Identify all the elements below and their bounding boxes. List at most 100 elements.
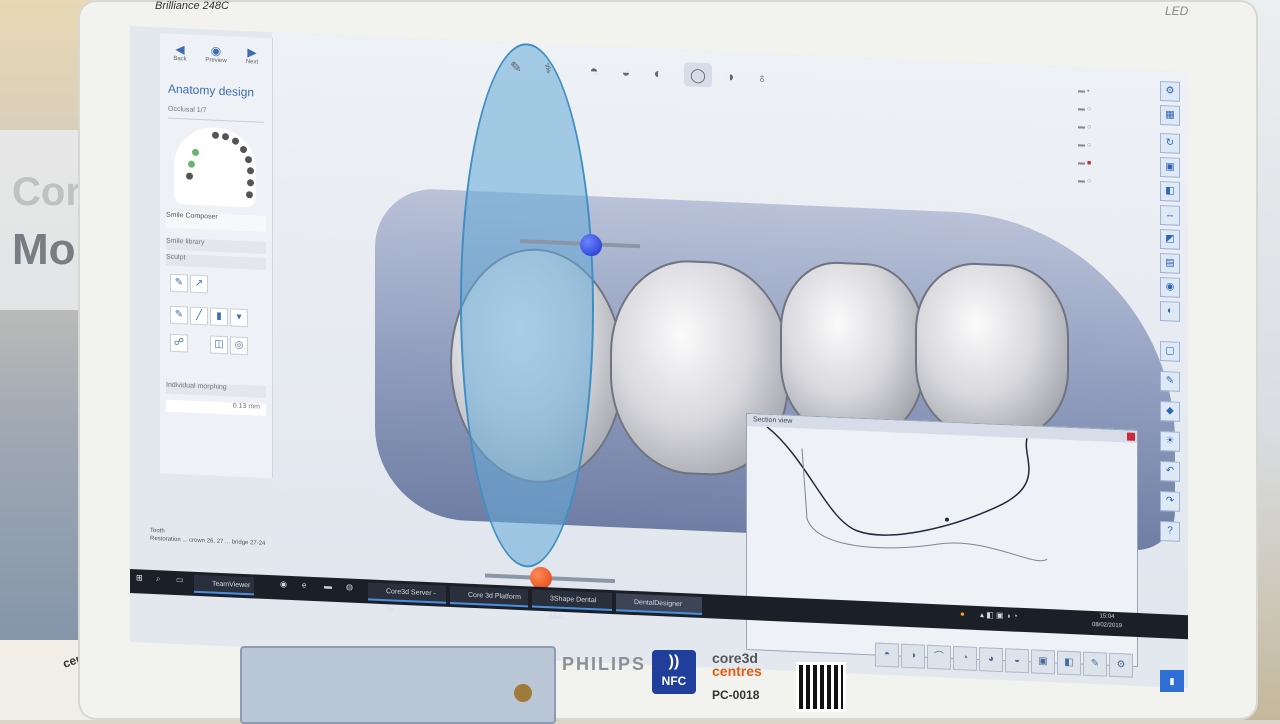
section-profile-outline: [801, 448, 1048, 562]
visibility-item[interactable]: ▬ ▪: [1078, 87, 1089, 94]
arrow-right-icon: ▶: [247, 45, 257, 60]
led-label: LED: [1165, 4, 1189, 18]
taskbar-item-label: DentalDesigner: [634, 599, 683, 609]
tray-icons[interactable]: ▴ ◧ ▣ ◑ ◔: [980, 610, 1018, 621]
close-icon[interactable]: [1127, 432, 1135, 441]
taskbar-item-core3d-platform[interactable]: Core 3d Platform: [450, 585, 528, 608]
tool-c-icon[interactable]: ⌒: [927, 644, 951, 670]
clipping-plane[interactable]: [460, 40, 594, 571]
nfc-label: NFC: [661, 674, 687, 688]
section-smile-library[interactable]: Smile library: [166, 237, 266, 254]
section-icon[interactable]: ▤: [1160, 252, 1180, 274]
taskbar-item-core3d-server[interactable]: Core3d Server - Te...: [368, 582, 446, 614]
taskbar-item-3shape-dental-manager[interactable]: 3Shape Dental Man...: [532, 589, 612, 621]
tool-f-icon[interactable]: ◒: [1005, 648, 1029, 674]
taskbar-item-label: TeamViewer: [212, 580, 251, 590]
transparency-icon[interactable]: ◐: [1160, 300, 1180, 322]
visibility-item[interactable]: ▬ ○: [1078, 177, 1091, 185]
arrow-left-icon: ◀: [175, 41, 185, 57]
jaw-diagram[interactable]: [174, 125, 256, 208]
undo-icon[interactable]: ↶: [1160, 460, 1180, 482]
tool-b-icon[interactable]: ◑: [901, 643, 925, 669]
sculpt-tool-6-icon[interactable]: ▾: [230, 308, 248, 328]
taskbar-clock[interactable]: 15:04 08/02/2019: [1092, 612, 1122, 631]
light-icon[interactable]: ☀: [1160, 430, 1180, 452]
sculpt-tool-3-icon[interactable]: ✎: [170, 305, 188, 325]
sculpt-tool-1-icon[interactable]: ✎: [170, 273, 188, 293]
task-view-icon[interactable]: ▭: [176, 575, 184, 584]
search-icon[interactable]: ⌕: [156, 574, 160, 584]
next-button[interactable]: ▶ Next: [238, 45, 266, 72]
visibility-item[interactable]: ▬ ○: [1078, 105, 1091, 113]
back-button[interactable]: ◀ Back: [166, 42, 194, 69]
tool-e-icon[interactable]: ◕: [979, 647, 1003, 673]
qr-code: [796, 662, 846, 712]
sculpt-tool-5-icon[interactable]: ▮: [210, 307, 228, 327]
edge-icon[interactable]: e: [302, 581, 306, 590]
section-individual-morphing[interactable]: Individual morphing: [166, 381, 266, 398]
core3d-sticker: core3d centres: [712, 651, 782, 678]
taskbar-item-teamviewer[interactable]: TeamViewer: [194, 574, 254, 596]
smile-composer-button[interactable]: Smile Composer: [166, 211, 266, 232]
nfc-badge: )) NFC: [652, 650, 696, 694]
section-sculpt[interactable]: Sculpt: [166, 253, 266, 270]
layer-icon[interactable]: ◧: [1160, 180, 1180, 202]
help-icon[interactable]: ?: [1160, 520, 1180, 542]
tool-j-icon[interactable]: ⚙: [1109, 652, 1133, 678]
tooth-premolar-1[interactable]: [780, 259, 924, 440]
wall-sign-text-2: Mo: [12, 225, 76, 274]
view-front-icon[interactable]: ◓: [580, 58, 608, 83]
monitor-model-label: Brilliance 248C: [155, 0, 229, 12]
measure-icon[interactable]: ↔: [1160, 204, 1180, 226]
taskbar-item-dentaldesigner[interactable]: DentalDesigner: [616, 593, 702, 615]
camera-icon[interactable]: ▣: [1160, 156, 1180, 178]
sculpt-icon[interactable]: ✎: [1160, 370, 1180, 392]
snapshot-icon[interactable]: ▢: [1160, 340, 1180, 362]
draw-icon[interactable]: ✎: [502, 54, 530, 79]
sculpt-tool-7-icon[interactable]: ☍: [170, 333, 188, 353]
tool-g-icon[interactable]: ▣: [1031, 649, 1055, 675]
sculpt-tool-4-icon[interactable]: ╱: [190, 306, 208, 326]
right-toolbar: ⚙ ▦ ↻ ▣ ◧ ↔ ◩ ▤ ◉ ◐ ▢ ✎ ◆ ☀ ↶ ↷ ?: [1160, 80, 1184, 582]
tooth-premolar-2[interactable]: [915, 260, 1069, 441]
view-jaw-icon[interactable]: ◐: [644, 60, 672, 85]
preview-button[interactable]: ◉ Preview: [202, 43, 230, 70]
tool-h-icon[interactable]: ◧: [1057, 650, 1081, 676]
visibility-item[interactable]: ▬ ■: [1078, 159, 1091, 167]
power-badge-icon[interactable]: ▮: [1160, 670, 1184, 692]
visibility-item[interactable]: ▬ ○: [1078, 141, 1091, 149]
chrome-icon[interactable]: ◉: [280, 580, 287, 589]
clip-icon[interactable]: ◩: [1160, 228, 1180, 250]
tool-i-icon[interactable]: ✎: [1083, 651, 1107, 677]
windows-start-icon[interactable]: ⊞: [136, 573, 143, 582]
clock-date: 08/02/2019: [1092, 622, 1123, 630]
tool-d-icon[interactable]: ◔: [953, 645, 977, 671]
color-icon[interactable]: ◆: [1160, 400, 1180, 422]
sculpt-tool-9-icon[interactable]: ◎: [230, 336, 248, 356]
visibility-item[interactable]: ▬ ○: [1078, 123, 1091, 131]
sculpt-tool-8-icon[interactable]: ◫: [210, 335, 228, 355]
smile-composer-label: Smile Composer: [166, 211, 218, 221]
tooth-tool-icon[interactable]: ⚕: [534, 56, 562, 81]
rotate-icon[interactable]: ↻: [1160, 132, 1180, 154]
view-occlusal-icon[interactable]: ◯: [684, 62, 712, 88]
redo-icon[interactable]: ↷: [1160, 490, 1180, 512]
view-side-icon[interactable]: ◒: [612, 59, 640, 84]
rotation-handle-blue[interactable]: [580, 233, 602, 257]
section-view-title: Section view: [753, 416, 793, 425]
grid-icon[interactable]: ▦: [1160, 104, 1180, 126]
view-root-icon[interactable]: ♁: [748, 65, 776, 90]
section-profile-line: [766, 426, 1030, 536]
taskbar-item-label: Core 3d Platform: [468, 591, 521, 602]
settings-icon[interactable]: ⚙: [1160, 80, 1180, 102]
contact-icon[interactable]: ◉: [1160, 276, 1180, 298]
morph-value-field[interactable]: 0.13 mm: [166, 399, 266, 416]
folder-icon[interactable]: ▬: [324, 581, 332, 590]
sculpt-tool-2-icon[interactable]: ↗: [190, 274, 208, 294]
notification-icon[interactable]: ●: [960, 609, 965, 618]
section-marker: [945, 517, 949, 522]
tool-a-icon[interactable]: ◓: [875, 642, 899, 668]
jaw-select[interactable]: Occlusal 1/7: [168, 105, 264, 123]
view-tooth-icon[interactable]: ◑: [716, 64, 744, 89]
app-icon[interactable]: ◍: [346, 582, 353, 591]
